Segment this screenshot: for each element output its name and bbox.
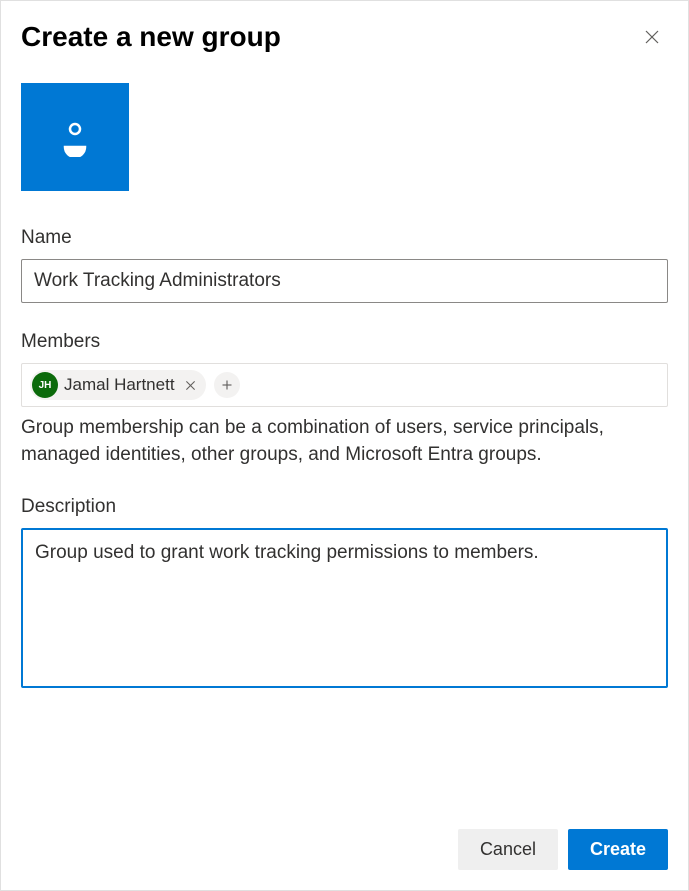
close-icon	[644, 29, 660, 45]
members-input[interactable]: JH Jamal Hartnett	[21, 363, 668, 407]
name-label: Name	[21, 227, 668, 249]
person-icon	[55, 117, 95, 157]
close-button[interactable]	[636, 21, 668, 53]
member-name: Jamal Hartnett	[64, 375, 175, 395]
description-input[interactable]: Group used to grant work tracking permis…	[21, 528, 668, 688]
member-chip: JH Jamal Hartnett	[30, 370, 206, 400]
close-icon	[185, 380, 196, 391]
dialog-title: Create a new group	[21, 21, 281, 53]
description-label: Description	[21, 496, 668, 518]
member-avatar: JH	[32, 372, 58, 398]
name-input[interactable]	[21, 259, 668, 303]
remove-member-button[interactable]	[181, 378, 200, 393]
create-button[interactable]: Create	[568, 829, 668, 870]
group-avatar-placeholder[interactable]	[21, 83, 129, 191]
members-helper-text: Group membership can be a combination of…	[21, 415, 668, 468]
plus-icon	[221, 379, 233, 391]
add-member-button[interactable]	[214, 372, 240, 398]
cancel-button[interactable]: Cancel	[458, 829, 558, 870]
members-label: Members	[21, 331, 668, 353]
